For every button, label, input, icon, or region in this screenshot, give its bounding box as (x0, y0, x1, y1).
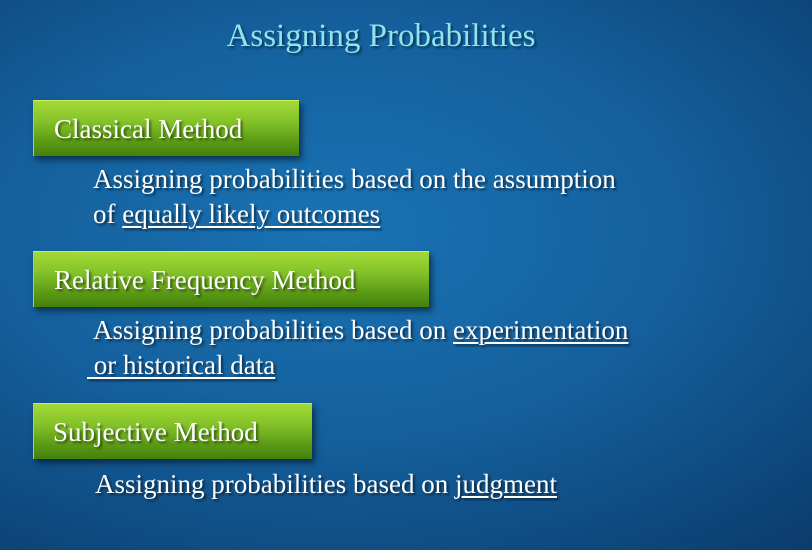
subjective-description-lead: Assigning probabilities based on (95, 469, 455, 499)
subjective-method-box: Subjective Method (33, 403, 312, 459)
slide: Assigning Probabilities Classical Method… (0, 0, 812, 550)
relative-frequency-description-line-1: Assigning probabilities based on experim… (93, 313, 628, 348)
judgment-text: judgment (454, 469, 557, 499)
relative-frequency-method-description: Assigning probabilities based on experim… (93, 313, 628, 383)
classical-method-box: Classical Method (33, 100, 299, 156)
classical-method-description: Assigning probabilities based on the ass… (93, 162, 616, 232)
relative-frequency-description-line-2: or historical data (87, 348, 628, 383)
classical-description-line-1: Assigning probabilities based on the ass… (93, 164, 616, 194)
classical-description-lead: of (93, 199, 123, 229)
subjective-description-line-1: Assigning probabilities based on judgmen… (95, 467, 557, 502)
relative-frequency-description-lead: Assigning probabilities based on (93, 315, 453, 345)
slide-title: Assigning Probabilities (226, 18, 536, 54)
subjective-method-description: Assigning probabilities based on judgmen… (95, 467, 557, 502)
classical-description-line-2: of equally likely outcomes (93, 197, 616, 232)
relative-frequency-method-box: Relative Frequency Method (33, 251, 429, 307)
historical-data-text: or historical data (87, 350, 276, 380)
experimentation-text: experimentation (452, 315, 629, 345)
equally-likely-outcomes-text: equally likely outcomes (122, 199, 381, 229)
